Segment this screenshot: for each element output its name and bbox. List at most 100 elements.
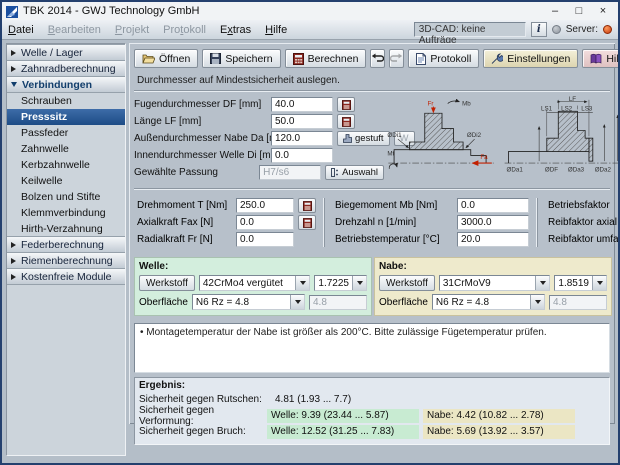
- redo-icon: [390, 53, 403, 64]
- nabe-rz-field: [549, 295, 607, 310]
- window-title: TBK 2014 - GWJ Technology GmbH: [23, 5, 539, 17]
- page-subtitle: Durchmesser auf Mindestsicherheit ausleg…: [134, 70, 610, 90]
- innendurchmesser-input[interactable]: [271, 148, 333, 163]
- result-panel: Ergebnis: Sicherheit gegen Rutschen: 4.8…: [134, 377, 610, 445]
- main-panel: Öffnen Speichern Berechnen: [129, 43, 615, 424]
- expand-arrow-icon: [11, 66, 16, 72]
- nabe-material-select[interactable]: 31CrMoV9: [439, 275, 551, 291]
- calculator-button[interactable]: [298, 215, 316, 230]
- welle-material-number-select[interactable]: 1.7225: [314, 275, 367, 291]
- welle-rz-field: [309, 295, 367, 310]
- calculate-button[interactable]: Berechnen: [285, 49, 367, 68]
- floppy-disk-icon: [210, 53, 221, 64]
- sidebar-section-kostenfreie-module[interactable]: Kostenfreie Module: [7, 268, 125, 285]
- minimize-button[interactable]: –: [544, 4, 566, 19]
- calculator-button[interactable]: [298, 198, 316, 213]
- sidebar-section-verbindungen[interactable]: Verbindungen: [7, 76, 125, 93]
- nabe-panel: Nabe: Werkstoff 31CrMoV9 1.8519 O: [374, 257, 612, 316]
- open-button[interactable]: Öffnen: [134, 49, 198, 68]
- sidebar-section-welle-lager[interactable]: Welle / Lager: [7, 44, 125, 61]
- svg-text:ØDi2: ØDi2: [467, 132, 482, 139]
- svg-text:ØDi1: ØDi1: [387, 132, 402, 139]
- calculator-icon: [342, 100, 351, 110]
- sidebar-item-klemmverbindung[interactable]: Klemmverbindung: [7, 205, 125, 221]
- menu-extras[interactable]: Extras: [220, 24, 251, 36]
- collapse-arrow-icon: [11, 82, 17, 87]
- fugendurchmesser-input[interactable]: [271, 97, 333, 112]
- calculator-button[interactable]: [337, 114, 355, 129]
- chevron-down-icon[interactable]: [535, 276, 549, 290]
- calculator-icon: [303, 201, 312, 211]
- separator: [134, 188, 610, 190]
- drehzahl-input[interactable]: [457, 215, 529, 230]
- aussendurchmesser-input[interactable]: [271, 131, 333, 146]
- info-button[interactable]: i: [531, 22, 547, 37]
- maximize-button[interactable]: □: [568, 4, 590, 19]
- auswahl-button[interactable]: Auswahl: [325, 165, 384, 180]
- chevron-down-icon[interactable]: [290, 295, 304, 309]
- close-button[interactable]: ×: [592, 4, 614, 19]
- gestuft-button[interactable]: gestuft: [337, 131, 390, 146]
- sidebar-item-schrauben[interactable]: Schrauben: [7, 93, 125, 109]
- welle-result-cell: Welle: 12.52 (31.25 ... 7.83): [267, 425, 419, 439]
- laenge-input[interactable]: [271, 114, 333, 129]
- stepped-profile-icon: [343, 134, 352, 143]
- document-icon: [416, 53, 426, 65]
- sidebar-item-bolzen-und-stifte[interactable]: Bolzen und Stifte: [7, 189, 125, 205]
- help-button[interactable]: Hilfe: [582, 49, 620, 68]
- protocol-button[interactable]: Protokoll: [408, 49, 479, 68]
- settings-button[interactable]: Einstellungen: [483, 49, 578, 68]
- workspace: Welle / Lager Zahnradberechnung Verbindu…: [2, 40, 618, 463]
- betriebstemperatur-input[interactable]: [457, 232, 529, 247]
- welle-material-select[interactable]: 42CrMo4 vergütet: [199, 275, 311, 291]
- svg-text:LS3: LS3: [581, 105, 593, 112]
- sidebar-item-zahnwelle[interactable]: Zahnwelle: [7, 141, 125, 157]
- drehmoment-input[interactable]: [236, 198, 294, 213]
- chevron-down-icon[interactable]: [352, 276, 366, 290]
- biegemoment-input[interactable]: [457, 198, 529, 213]
- nabe-surface-select[interactable]: N6 Rz = 4.8: [432, 294, 545, 310]
- radialkraft-input[interactable]: [236, 232, 294, 247]
- undo-button[interactable]: [370, 49, 385, 68]
- sidebar-item-keilwelle[interactable]: Keilwelle: [7, 173, 125, 189]
- menu-protokoll: Protokoll: [163, 24, 206, 36]
- server-label: Server:: [566, 24, 598, 35]
- axialkraft-input[interactable]: [236, 215, 294, 230]
- svg-text:ØDF: ØDF: [545, 167, 558, 174]
- app-window: TBK 2014 - GWJ Technology GmbH – □ × Dat…: [0, 0, 620, 465]
- chevron-down-icon[interactable]: [295, 276, 309, 290]
- geometry-form: Fugendurchmesser DF [mm] Länge LF [mm] A…: [134, 96, 384, 188]
- nabe-material-number-select[interactable]: 1.8519: [554, 275, 607, 291]
- sidebar-item-kerbzahnwelle[interactable]: Kerbzahnwelle: [7, 157, 125, 173]
- menu-projekt: Projekt: [115, 24, 149, 36]
- chevron-down-icon[interactable]: [592, 276, 606, 290]
- undo-icon: [371, 53, 384, 64]
- calculator-icon: [293, 53, 304, 65]
- sidebar-section-riemenberechnung[interactable]: Riemenberechnung: [7, 252, 125, 269]
- welle-surface-select[interactable]: N6 Rz = 4.8: [192, 294, 305, 310]
- calculator-button[interactable]: [337, 97, 355, 112]
- menu-datei[interactable]: Datei: [8, 24, 34, 36]
- menu-hilfe[interactable]: Hilfe: [265, 24, 287, 36]
- wrench-icon: [491, 53, 503, 65]
- message-box: • Montagetemperatur der Nabe ist größer …: [134, 323, 610, 373]
- sidebar: Welle / Lager Zahnradberechnung Verbindu…: [6, 43, 126, 456]
- result-row-bruch: Sicherheit gegen Bruch: Welle: 12.52 (31…: [139, 424, 605, 439]
- redo-button: [389, 49, 404, 68]
- load-diagram: Mb Fr ØDi1 ØDi2 Mt Fa: [384, 96, 500, 188]
- svg-text:LS2: LS2: [561, 105, 573, 112]
- sidebar-item-presssitz[interactable]: Presssitz: [7, 109, 125, 125]
- sidebar-item-passfeder[interactable]: Passfeder: [7, 125, 125, 141]
- chevron-down-icon[interactable]: [530, 295, 544, 309]
- expand-arrow-icon: [11, 258, 16, 264]
- nabe-werkstoff-button[interactable]: Werkstoff: [379, 275, 435, 291]
- sidebar-item-hirth-verzahnung[interactable]: Hirth-Verzahnung: [7, 221, 125, 237]
- welle-werkstoff-button[interactable]: Werkstoff: [139, 275, 195, 291]
- sidebar-section-federberechnung[interactable]: Federberechnung: [7, 236, 125, 253]
- save-button[interactable]: Speichern: [202, 49, 280, 68]
- expand-arrow-icon: [11, 242, 16, 248]
- welle-panel: Welle: Werkstoff 42CrMo4 vergütet 1.7225: [134, 257, 372, 316]
- nabe-result-cell: Nabe: 4.42 (10.82 ... 2.78): [423, 409, 575, 423]
- technical-drawings: Mb Fr ØDi1 ØDi2 Mt Fa: [384, 96, 620, 188]
- sidebar-section-zahnradberechnung[interactable]: Zahnradberechnung: [7, 60, 125, 77]
